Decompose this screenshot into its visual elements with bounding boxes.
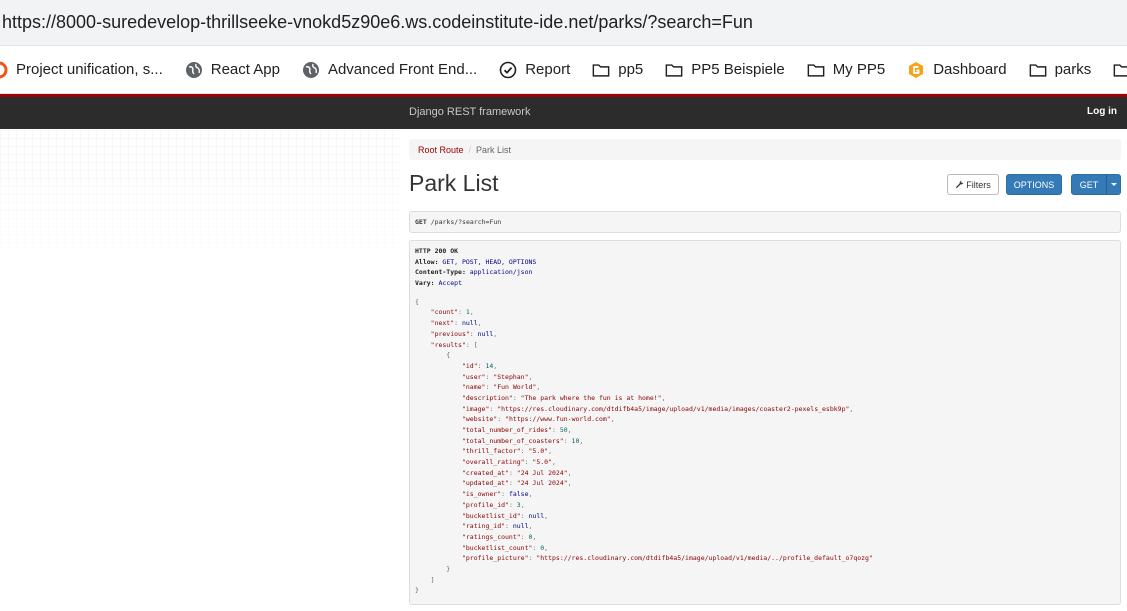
bookmark-label: pp5 — [618, 61, 644, 78]
json-field-name: "name": "Fun World", — [461, 383, 541, 392]
json-field-website: "website": "https://www.fun-world.com", — [461, 415, 615, 424]
url-text[interactable]: https://8000-suredevelop-thrillseeke-vno… — [2, 12, 753, 33]
folder-icon — [665, 61, 683, 79]
json-field-image: "image": "https://res.cloudinary.com/dtd… — [461, 404, 854, 413]
get-label: GET — [1079, 179, 1099, 190]
request-info: GET /parks/?search=Fun — [409, 211, 1121, 233]
drf-brand[interactable]: Django REST framework — [409, 106, 530, 118]
get-button[interactable]: GET — [1071, 174, 1107, 195]
bookmark-label: parks — [1054, 61, 1092, 78]
wrench-icon — [955, 180, 964, 189]
json-count-line: "count": 1, — [430, 308, 474, 317]
drf-navbar: Django REST framework Log in — [0, 94, 1127, 129]
bookmark-project-unification[interactable]: Project unification, s... — [0, 46, 185, 93]
json-field-thrill-factor: "thrill_factor": "5.0", — [461, 447, 553, 456]
bookmark-react-app[interactable]: React App — [185, 46, 302, 93]
bookmark-label: Dashboard — [933, 61, 1007, 78]
options-label: OPTIONS — [1013, 179, 1055, 190]
json-field-profile-picture: "profile_picture": "https://res.cloudina… — [461, 554, 873, 563]
json-field-is-owner: "is_owner": false, — [461, 490, 533, 499]
json-field-rating-id: "rating_id": null, — [461, 522, 533, 531]
json-previous-line: "previous": null, — [430, 329, 498, 338]
bookmark-label: My PP5 — [832, 61, 886, 78]
json-body: { "count": 1, "next": null, "previous": … — [415, 297, 1115, 596]
folder-icon — [1029, 61, 1047, 79]
folder-icon — [592, 61, 610, 79]
filters-label: Filters — [966, 179, 991, 190]
breadcrumb-separator: / — [468, 144, 472, 155]
json-field-description: "description": "The park where the fun i… — [461, 393, 666, 402]
breadcrumb-current: Park List — [476, 144, 512, 155]
orange-circle-icon — [0, 61, 8, 79]
check-circle-icon — [499, 61, 517, 79]
response-header-vary: Vary: Accept — [415, 279, 462, 288]
globe-icon — [302, 61, 320, 79]
bookmark-label: Project unification, s... — [16, 61, 163, 78]
bookmark-label: React App — [210, 61, 280, 78]
json-field-total-number-of-coasters: "total_number_of_coasters": 10, — [461, 436, 584, 445]
json-results-line: "results": [ — [430, 340, 478, 349]
bookmark-folder-overflow[interactable] — [1113, 46, 1127, 93]
bookmark-folder-my-pp5[interactable]: My PP5 — [807, 46, 908, 93]
bookmark-dashboard[interactable]: Dashboard — [907, 46, 1028, 93]
bookmarks-bar: Project unification, s... React App Adva… — [0, 46, 1127, 94]
json-field-overall-rating: "overall_rating": "5.0", — [461, 458, 556, 467]
response-header-content-type: Content-Type: application/json — [415, 268, 533, 277]
json-field-user: "user": "Stephan", — [461, 372, 533, 381]
json-field-id: "id": 14, — [461, 361, 498, 370]
bookmark-label: Advanced Front End... — [327, 61, 478, 78]
json-field-bucketlist-id: "bucketlist_id": null, — [461, 511, 549, 520]
filters-button[interactable]: Filters — [947, 174, 999, 195]
response-status: HTTP 200 OK — [415, 247, 459, 255]
options-button[interactable]: OPTIONS — [1006, 174, 1062, 195]
json-field-bucketlist-count: "bucketlist_count": 0, — [461, 543, 549, 552]
breadcrumb-root-route[interactable]: Root Route — [418, 145, 464, 155]
folder-icon — [1113, 61, 1127, 79]
folder-icon — [807, 61, 825, 79]
result-fields: "id": 14, "user": "Stephan", "name": "Fu… — [415, 361, 1115, 564]
json-field-updated-at: "updated_at": "24 Jul 2024", — [461, 479, 572, 488]
login-link[interactable]: Log in — [1087, 106, 1117, 117]
bookmark-label: Report — [525, 61, 571, 78]
caret-down-icon — [1110, 183, 1117, 186]
bookmark-folder-pp5[interactable]: pp5 — [592, 46, 665, 93]
json-field-profile-id: "profile_id": 3, — [461, 500, 525, 509]
bookmark-folder-parks[interactable]: parks — [1029, 46, 1114, 93]
globe-icon — [185, 61, 203, 79]
json-field-ratings-count: "ratings_count": 0, — [461, 532, 537, 541]
response-panel: HTTP 200 OK Allow: GET, POST, HEAD, OPTI… — [409, 240, 1121, 605]
json-next-line: "next": null, — [430, 319, 482, 328]
bookmark-label: PP5 Beispiele — [691, 61, 785, 78]
breadcrumb: Root Route / Park List — [409, 139, 1121, 160]
json-field-created-at: "created_at": "24 Jul 2024", — [461, 468, 572, 477]
get-format-dropdown[interactable] — [1106, 174, 1121, 195]
orange-logo-icon — [907, 61, 925, 79]
address-bar[interactable]: https://8000-suredevelop-thrillseeke-vno… — [0, 0, 1127, 46]
response-header-allow: Allow: GET, POST, HEAD, OPTIONS — [415, 257, 537, 266]
json-field-total-number-of-rides: "total_number_of_rides": 50, — [461, 426, 572, 434]
request-path: /parks/?search=Fun — [430, 218, 502, 226]
bookmark-report[interactable]: Report — [499, 46, 592, 93]
bookmark-advanced-front-end[interactable]: Advanced Front End... — [302, 46, 499, 93]
request-method: GET — [415, 218, 427, 226]
bookmark-folder-pp5-beispiele[interactable]: PP5 Beispiele — [665, 46, 806, 93]
background-grid — [0, 130, 400, 290]
page-title: Park List — [409, 170, 499, 196]
